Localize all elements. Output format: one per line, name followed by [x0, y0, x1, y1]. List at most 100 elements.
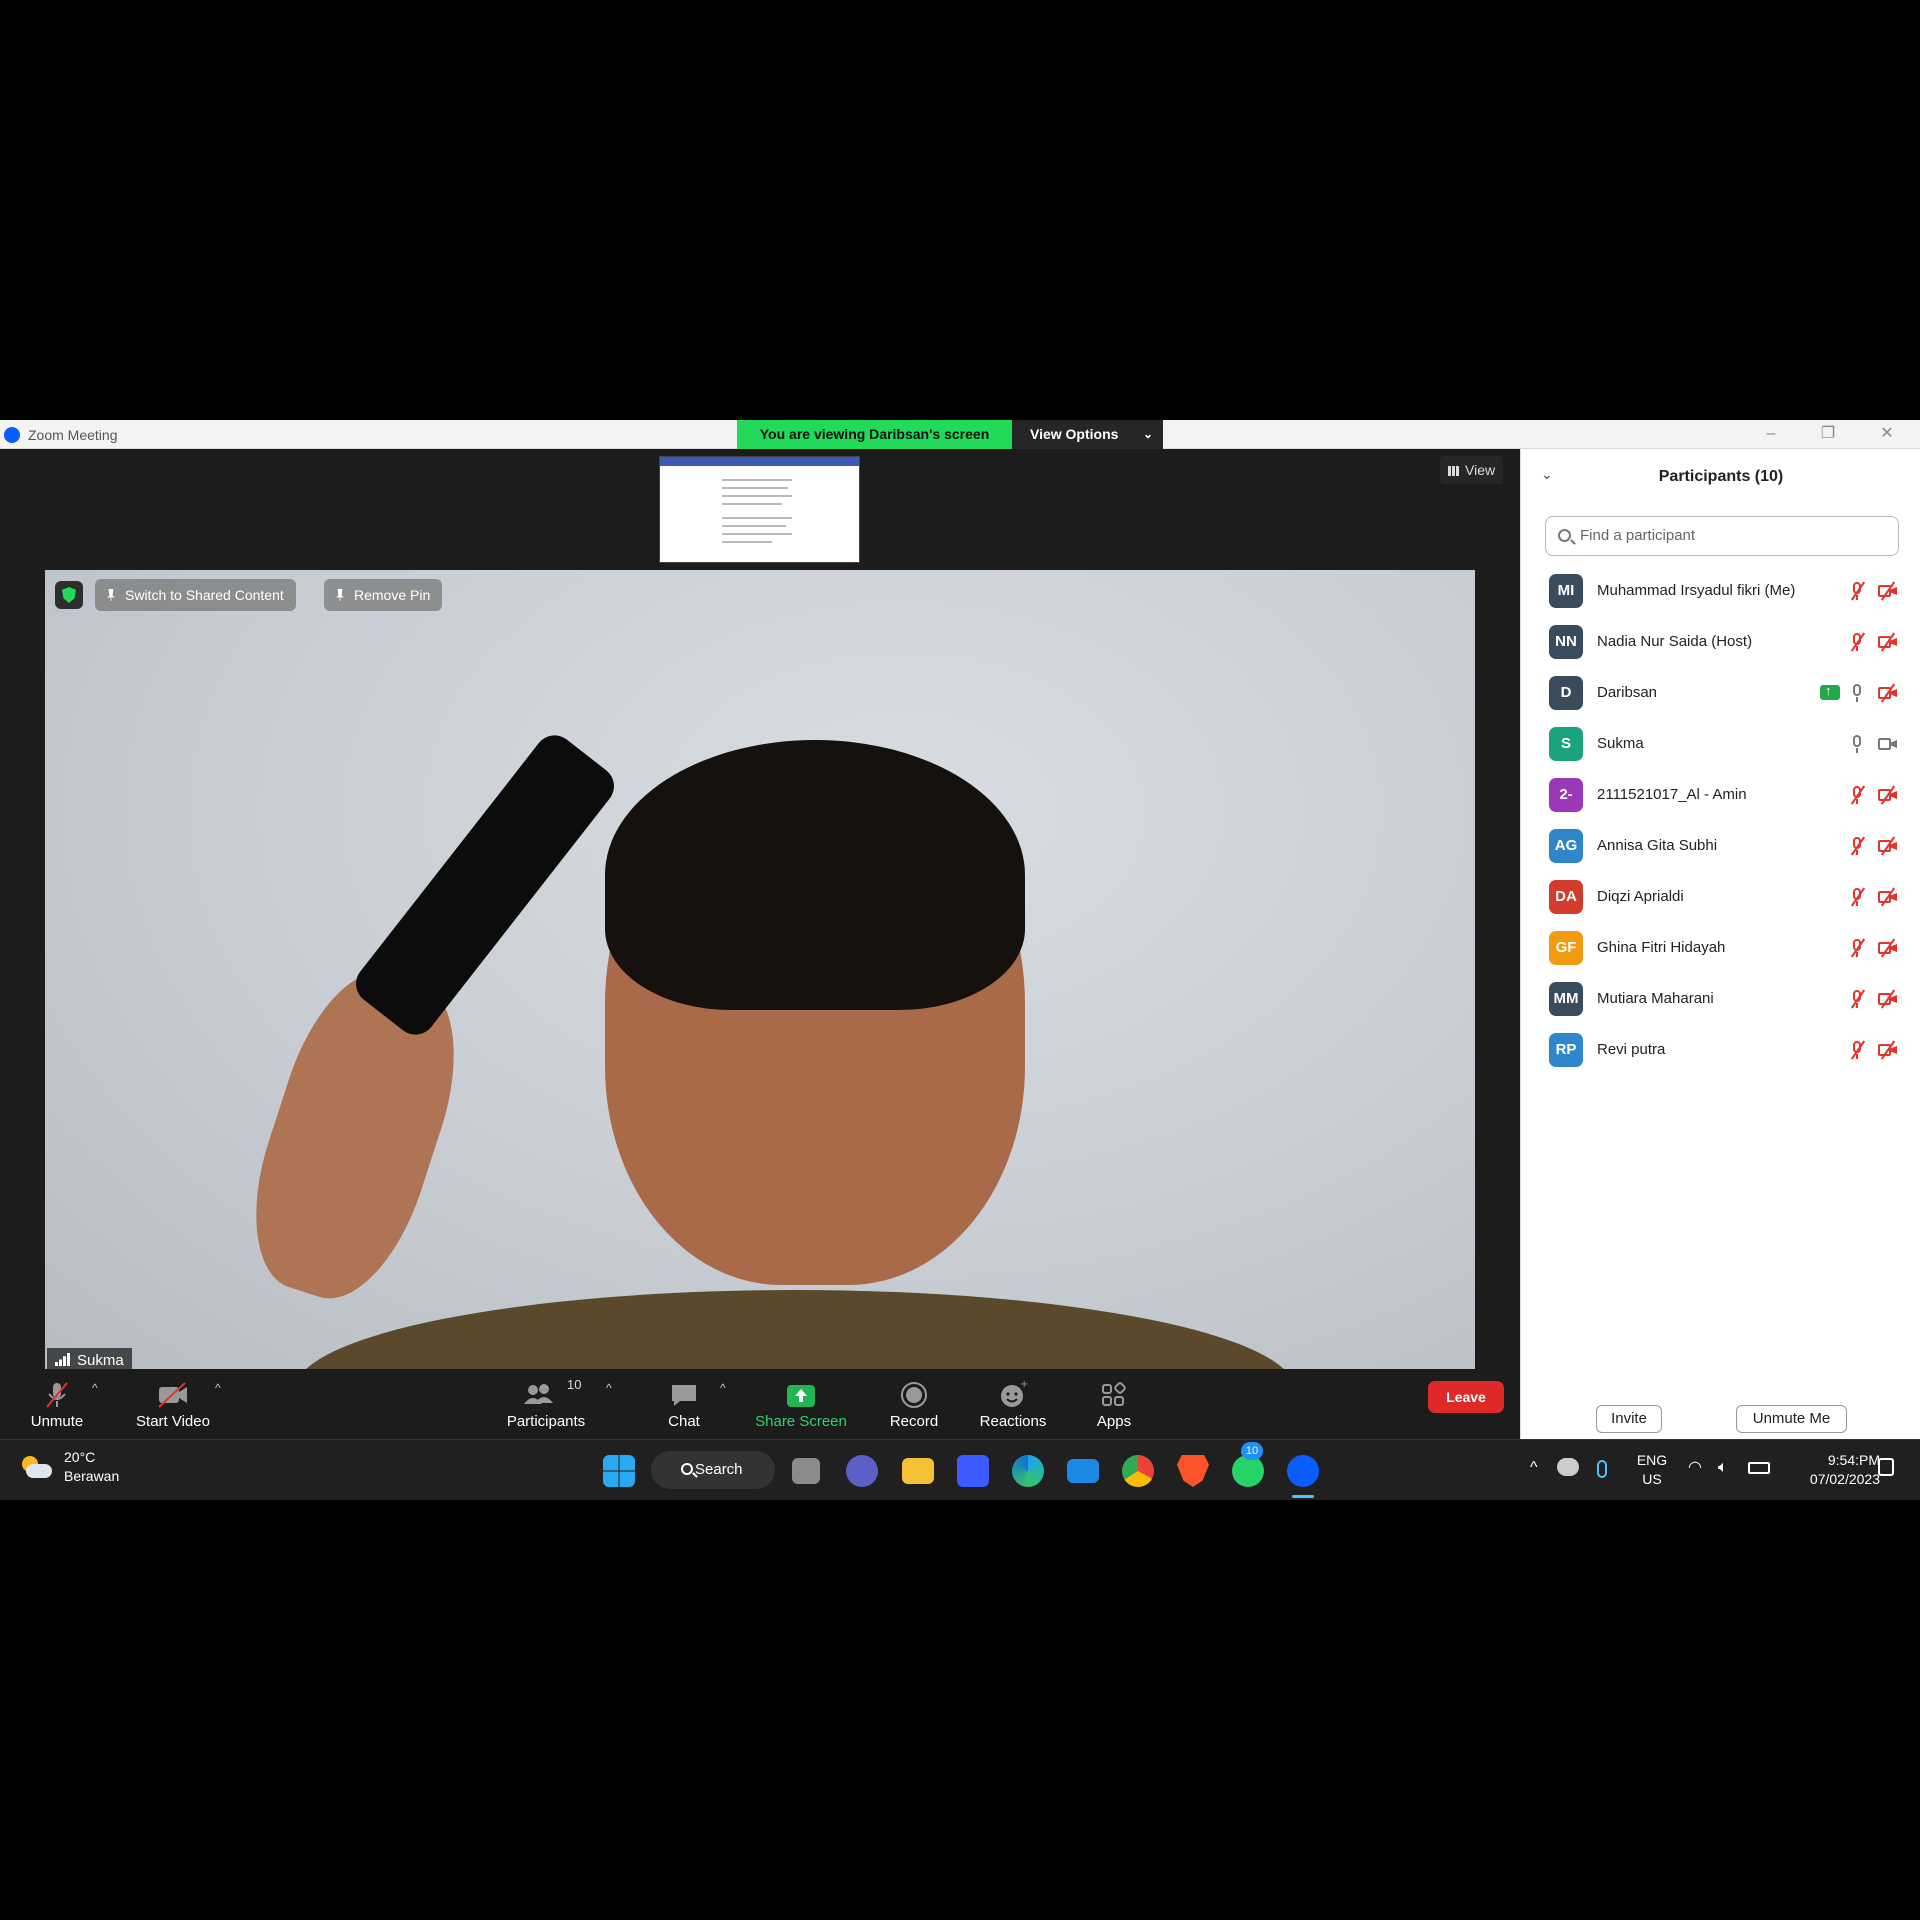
participant-avatar: AG — [1549, 829, 1583, 863]
switch-to-shared-content-button[interactable]: Switch to Shared Content — [95, 579, 296, 611]
invite-button[interactable]: Invite — [1596, 1405, 1662, 1433]
zoom-taskbar-icon[interactable] — [1287, 1455, 1319, 1487]
participant-row[interactable]: DA Diqzi Aprialdi — [1521, 873, 1920, 924]
clock[interactable]: 9:54:PM 07/02/2023 — [1780, 1451, 1880, 1489]
microphone-icon — [1847, 683, 1867, 703]
thumbnail-text-line — [722, 533, 792, 535]
taskbar-search[interactable]: Search — [651, 1451, 775, 1489]
participant-avatar: MM — [1549, 982, 1583, 1016]
participant-row[interactable]: RP Revi putra — [1521, 1026, 1920, 1077]
show-hidden-icons-chevron-icon[interactable]: ^ — [1530, 1458, 1538, 1477]
mail-icon[interactable] — [1067, 1459, 1099, 1483]
view-button-label: View — [1465, 462, 1496, 478]
find-participant-input[interactable]: Find a participant — [1545, 516, 1899, 556]
participants-label: Participants — [506, 1413, 586, 1430]
thumbnail-text-line — [722, 495, 792, 497]
audio-options-caret-icon[interactable]: ^ — [92, 1381, 98, 1395]
leave-button[interactable]: Leave — [1428, 1381, 1504, 1413]
participants-caret-icon[interactable]: ^ — [606, 1381, 612, 1395]
participant-row[interactable]: MM Mutiara Maharani — [1521, 975, 1920, 1026]
record-label: Record — [889, 1413, 939, 1430]
microphone-icon — [1847, 734, 1867, 754]
unmute-me-button[interactable]: Unmute Me — [1736, 1405, 1847, 1433]
window-title: Zoom Meeting — [28, 427, 118, 443]
remove-pin-label: Remove Pin — [354, 587, 431, 603]
share-screen-button[interactable]: Share Screen — [754, 1379, 848, 1439]
wifi-icon[interactable]: ◠ — [1688, 1458, 1702, 1477]
thumbnail-text-line — [722, 503, 782, 505]
participant-row[interactable]: MI Muhammad Irsyadul fikri (Me) — [1521, 567, 1920, 618]
reactions-label: Reactions — [979, 1413, 1047, 1430]
volume-icon[interactable]: 🔈︎ — [1718, 1458, 1728, 1477]
video-off-icon — [1877, 581, 1897, 601]
record-button[interactable]: Record — [884, 1379, 944, 1439]
teams-chat-icon[interactable] — [846, 1455, 878, 1487]
participant-row[interactable]: AG Annisa Gita Subhi — [1521, 822, 1920, 873]
share-screen-icon — [754, 1379, 848, 1411]
search-icon — [681, 1463, 693, 1475]
video-off-icon — [1877, 683, 1897, 703]
thumbnail-text-line — [722, 479, 792, 481]
chat-caret-icon[interactable]: ^ — [720, 1381, 726, 1395]
participant-name: Muhammad Irsyadul fikri (Me) — [1597, 582, 1796, 599]
microphone-in-use-icon[interactable] — [1597, 1460, 1607, 1478]
chat-label: Chat — [668, 1413, 700, 1430]
participant-avatar: NN — [1549, 625, 1583, 659]
participant-row[interactable]: NN Nadia Nur Saida (Host) — [1521, 618, 1920, 669]
onedrive-cloud-icon[interactable] — [1557, 1458, 1579, 1476]
restore-icon[interactable]: ❐ — [1808, 424, 1848, 446]
close-icon[interactable]: ✕ — [1867, 424, 1907, 446]
language-indicator[interactable]: ENG US — [1632, 1451, 1672, 1489]
whatsapp-notification-badge: 10 — [1241, 1442, 1263, 1460]
participant-row[interactable]: GF Ghina Fitri Hidayah — [1521, 924, 1920, 975]
weather-temperature: 20°C — [64, 1449, 96, 1465]
edge-browser-icon[interactable] — [1012, 1455, 1044, 1487]
app-icon[interactable] — [957, 1455, 989, 1487]
view-button[interactable]: View — [1440, 456, 1504, 484]
chrome-icon[interactable] — [1122, 1455, 1154, 1487]
task-view-icon[interactable] — [792, 1458, 820, 1484]
unmute-button[interactable]: Unmute — [22, 1379, 92, 1439]
view-options-label: View Options — [1030, 426, 1119, 442]
minimize-icon[interactable]: – — [1751, 424, 1791, 446]
clock-date: 07/02/2023 — [1809, 1471, 1880, 1487]
taskbar-search-label: Search — [695, 1461, 743, 1478]
microphone-muted-icon — [1847, 836, 1867, 856]
participant-avatar: MI — [1549, 574, 1583, 608]
video-off-icon — [1877, 1040, 1897, 1060]
title-bar: Zoom Meeting You are viewing Daribsan's … — [0, 420, 1920, 449]
find-participant-placeholder: Find a participant — [1580, 527, 1696, 544]
thumbnail-text-line — [722, 517, 792, 519]
record-icon — [884, 1379, 944, 1411]
participant-row[interactable]: D Daribsan — [1521, 669, 1920, 720]
apps-label: Apps — [1096, 1413, 1132, 1430]
reactions-button[interactable]: + Reactions — [976, 1379, 1050, 1439]
remove-pin-button[interactable]: Remove Pin — [324, 579, 443, 611]
participant-avatar: DA — [1549, 880, 1583, 914]
apps-icon — [1084, 1379, 1144, 1411]
brave-browser-icon[interactable] — [1177, 1455, 1209, 1487]
battery-icon[interactable] — [1748, 1462, 1770, 1474]
apps-button[interactable]: Apps — [1084, 1379, 1144, 1439]
chat-button[interactable]: Chat — [654, 1379, 714, 1439]
security-shield-icon[interactable] — [55, 581, 83, 609]
video-person-shirt — [295, 1290, 1295, 1374]
active-app-indicator — [1292, 1495, 1314, 1498]
participant-row[interactable]: 2- 2111521017_Al - Amin — [1521, 771, 1920, 822]
file-explorer-icon[interactable] — [902, 1458, 934, 1484]
chat-icon — [654, 1379, 714, 1411]
notification-center-icon[interactable] — [1878, 1458, 1894, 1476]
microphone-muted-icon — [1847, 887, 1867, 907]
participant-row[interactable]: S Sukma — [1521, 720, 1920, 771]
video-off-icon — [1877, 938, 1897, 958]
microphone-muted-icon — [22, 1379, 92, 1411]
participants-button[interactable]: 10 Participants — [504, 1377, 588, 1439]
windows-start-icon[interactable] — [603, 1455, 635, 1487]
keyboard-layout: US — [1642, 1471, 1662, 1487]
video-options-caret-icon[interactable]: ^ — [215, 1381, 221, 1395]
view-options-button[interactable]: View Options ⌄ — [1012, 420, 1163, 449]
microphone-muted-icon — [1847, 632, 1867, 652]
shared-screen-thumbnail[interactable] — [659, 456, 860, 563]
start-video-button[interactable]: Start Video — [130, 1379, 216, 1439]
signal-strength-icon — [55, 1353, 71, 1366]
